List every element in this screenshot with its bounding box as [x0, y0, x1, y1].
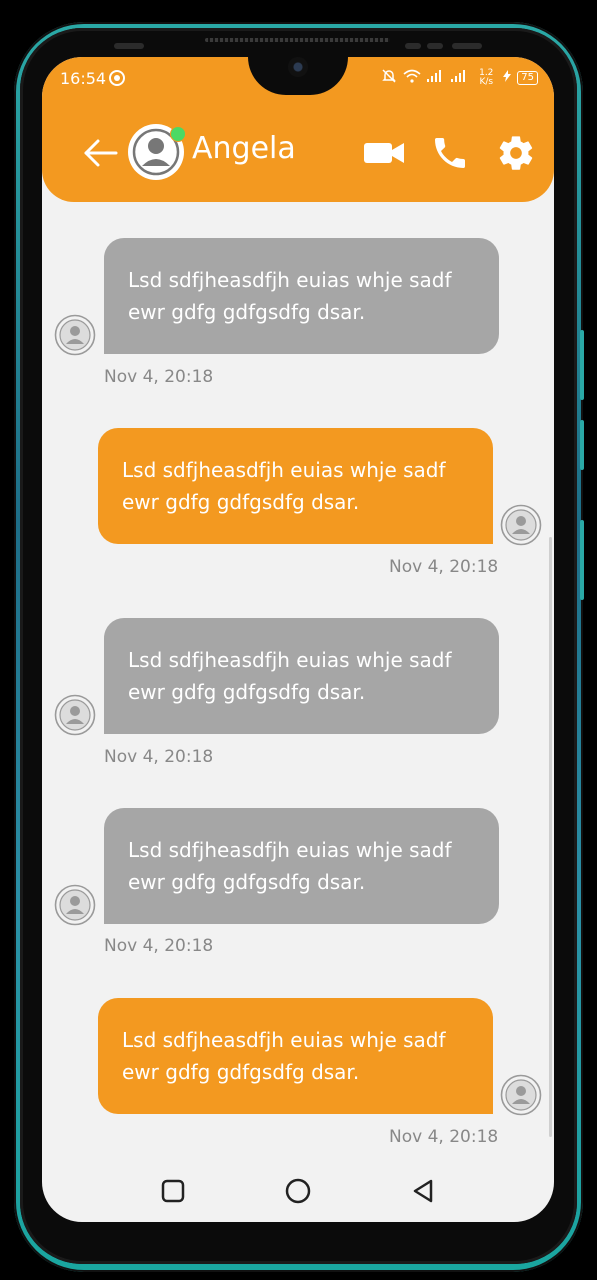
status-icons: 1.2 K/s 75: [381, 68, 538, 87]
signal-icon: [451, 70, 469, 85]
online-status-dot: [170, 126, 186, 142]
chat-header: 16:54 1.2 K/s 75 Angela: [42, 57, 554, 202]
message-text: Lsd sdfjheasdfjh euias whje sadf: [128, 648, 452, 672]
sensor: [114, 43, 144, 49]
message-timestamp: Nov 4, 20:18: [104, 747, 214, 767]
system-back-button[interactable]: [408, 1176, 438, 1206]
signal-icon: [427, 70, 445, 85]
mute-bell-icon: [381, 68, 397, 87]
message-timestamp: Nov 4, 20:18: [389, 557, 499, 577]
outgoing-message-bubble[interactable]: Lsd sdfjheasdfjh euias whje sadf ewr gdf…: [98, 998, 493, 1114]
message-text: Lsd sdfjheasdfjh euias whje sadf: [128, 268, 452, 292]
home-button[interactable]: [283, 1176, 313, 1206]
home-circle-icon: [285, 1178, 311, 1204]
scrollbar[interactable]: [549, 537, 552, 1137]
outgoing-message-bubble[interactable]: Lsd sdfjheasdfjh euias whje sadf ewr gdf…: [98, 428, 493, 544]
earpiece-speaker: [205, 38, 390, 42]
contact-name[interactable]: Angela: [192, 131, 296, 166]
message-text: ewr gdfg gdfgsdfg dsar.: [122, 490, 360, 514]
sensor: [405, 43, 421, 49]
message-text: ewr gdfg gdfgsdfg dsar.: [122, 1060, 360, 1084]
network-speed: 1.2 K/s: [479, 67, 494, 87]
message-timestamp: Nov 4, 20:18: [104, 936, 214, 956]
user-avatar-icon: [500, 1074, 542, 1116]
charging-icon: [503, 70, 512, 85]
user-avatar-icon: [54, 314, 96, 356]
incoming-message-bubble[interactable]: Lsd sdfjheasdfjh euias whje sadf ewr gdf…: [104, 618, 499, 734]
sync-icon: [108, 69, 126, 91]
contact-avatar[interactable]: [128, 124, 186, 180]
back-triangle-icon: [413, 1179, 433, 1203]
power-button: [580, 520, 584, 600]
settings-button[interactable]: [496, 133, 536, 173]
user-avatar-icon: [54, 884, 96, 926]
sensor: [427, 43, 443, 49]
battery-level: 75: [517, 70, 538, 85]
user-avatar-icon: [500, 504, 542, 546]
front-camera: [288, 57, 308, 77]
screen: 16:54 1.2 K/s 75 Angela Lsd sdfjheasdfjh…: [42, 57, 554, 1222]
message-text: ewr gdfg gdfgsdfg dsar.: [128, 870, 366, 894]
recents-square-icon: [161, 1179, 185, 1203]
voice-call-button[interactable]: [430, 133, 470, 173]
message-text: Lsd sdfjheasdfjh euias whje sadf: [128, 838, 452, 862]
status-time: 16:54: [60, 69, 107, 88]
volume-button: [580, 330, 584, 400]
recents-button[interactable]: [158, 1176, 188, 1206]
message-text: ewr gdfg gdfgsdfg dsar.: [128, 680, 366, 704]
message-timestamp: Nov 4, 20:18: [104, 367, 214, 387]
sensor: [452, 43, 482, 49]
incoming-message-bubble[interactable]: Lsd sdfjheasdfjh euias whje sadf ewr gdf…: [104, 238, 499, 354]
incoming-message-bubble[interactable]: Lsd sdfjheasdfjh euias whje sadf ewr gdf…: [104, 808, 499, 924]
wifi-icon: [403, 69, 421, 86]
phone-icon: [435, 138, 465, 168]
message-text: Lsd sdfjheasdfjh euias whje sadf: [122, 458, 446, 482]
volume-button: [580, 420, 584, 470]
message-timestamp: Nov 4, 20:18: [389, 1127, 499, 1147]
back-arrow-icon: [84, 139, 118, 167]
video-call-icon: [364, 143, 404, 163]
navigation-bar: [42, 1162, 554, 1222]
gear-icon: [499, 136, 533, 170]
video-call-button[interactable]: [362, 133, 404, 173]
back-button[interactable]: [80, 133, 120, 173]
user-avatar-icon: [54, 694, 96, 736]
message-text: Lsd sdfjheasdfjh euias whje sadf: [122, 1028, 446, 1052]
message-text: ewr gdfg gdfgsdfg dsar.: [128, 300, 366, 324]
